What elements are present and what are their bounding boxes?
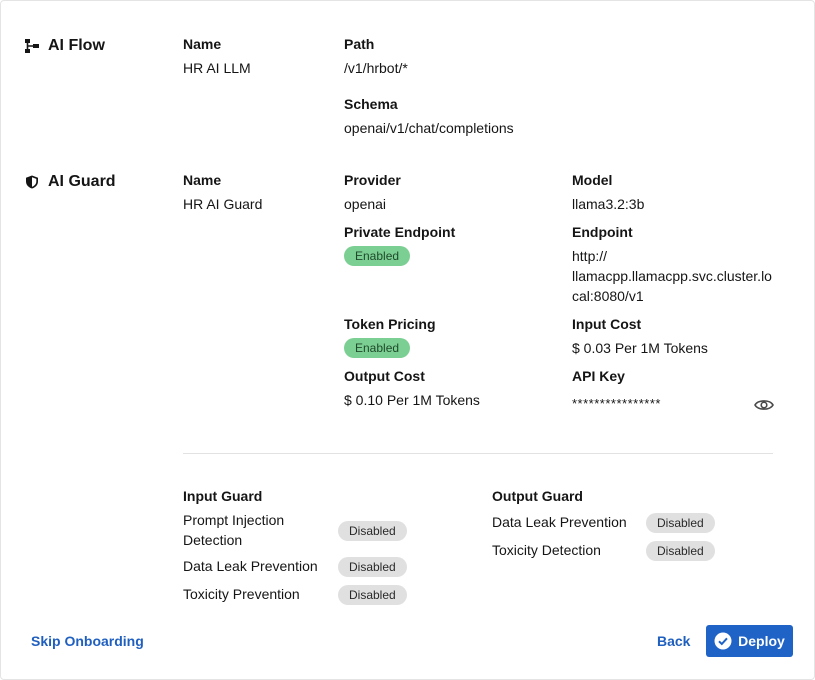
input-guard-item-data-leak-label: Data Leak Prevention <box>183 558 318 574</box>
output-cost-label: Output Cost <box>344 368 425 384</box>
deploy-button[interactable]: Deploy <box>706 625 793 657</box>
private-endpoint-label: Private Endpoint <box>344 224 456 240</box>
check-circle-icon <box>714 632 732 650</box>
ai-flow-path-label: Path <box>344 36 375 52</box>
input-cost-value: $ 0.03 Per 1M Tokens <box>572 340 708 356</box>
output-guard-item-data-leak-label: Data Leak Prevention <box>492 514 627 530</box>
ai-flow-name-value: HR AI LLM <box>183 60 251 76</box>
shield-icon <box>26 175 38 189</box>
provider-label: Provider <box>344 172 401 188</box>
input-guard-title: Input Guard <box>183 488 263 504</box>
endpoint-line-3: cal:8080/v1 <box>572 288 644 304</box>
flow-icon <box>25 39 39 53</box>
endpoint-value: http:// llamacpp.llamacpp.svc.cluster.lo… <box>572 246 772 306</box>
model-value: llama3.2:3b <box>572 196 645 212</box>
token-pricing-status-badge: Enabled <box>344 338 411 358</box>
output-guard-title: Output Guard <box>492 488 583 504</box>
input-data-leak-status-badge: Disabled <box>338 557 407 577</box>
show-password-eye-icon[interactable] <box>754 397 774 413</box>
ai-flow-name-label: Name <box>183 36 222 52</box>
onboarding-review-panel: AI Flow Name HR AI LLM Path /v1/hrbot/* … <box>0 0 815 680</box>
skip-onboarding-link[interactable]: Skip Onboarding <box>31 633 144 649</box>
toxicity-detection-status-badge: Disabled <box>646 541 715 561</box>
back-button[interactable]: Back <box>657 633 690 649</box>
endpoint-line-1: http:// <box>572 248 608 264</box>
ai-flow-heading: AI Flow <box>25 37 105 55</box>
deploy-label: Deploy <box>738 633 785 649</box>
ai-guard-heading: AI Guard <box>25 173 116 191</box>
model-label: Model <box>572 172 613 188</box>
ai-guard-name-label: Name <box>183 172 222 188</box>
section-divider <box>183 453 773 454</box>
toxicity-prevention-status-badge: Disabled <box>338 585 407 605</box>
ai-flow-path-value: /v1/hrbot/* <box>344 60 408 76</box>
endpoint-label: Endpoint <box>572 224 633 240</box>
input-cost-label: Input Cost <box>572 316 642 332</box>
input-guard-item-toxicity-label: Toxicity Prevention <box>183 586 300 602</box>
ai-flow-title: AI Flow <box>48 37 105 54</box>
ai-guard-name-value: HR AI Guard <box>183 196 263 212</box>
prompt-injection-status-badge: Disabled <box>338 521 407 541</box>
ai-flow-schema-label: Schema <box>344 96 398 112</box>
ai-guard-title: AI Guard <box>48 173 116 190</box>
ai-flow-schema-value: openai/v1/chat/completions <box>344 120 514 136</box>
api-key-label: API Key <box>572 368 625 384</box>
api-key-value: **************** <box>572 396 661 411</box>
output-guard-item-toxicity-label: Toxicity Detection <box>492 542 601 558</box>
input-guard-item-prompt-injection-label: Prompt Injection Detection <box>183 512 285 548</box>
token-pricing-label: Token Pricing <box>344 316 436 332</box>
private-endpoint-status-badge: Enabled <box>344 246 411 266</box>
endpoint-line-2: llamacpp.llamacpp.svc.cluster.lo <box>572 268 772 284</box>
output-cost-value: $ 0.10 Per 1M Tokens <box>344 392 480 408</box>
provider-value: openai <box>344 196 387 212</box>
output-data-leak-status-badge: Disabled <box>646 513 715 533</box>
